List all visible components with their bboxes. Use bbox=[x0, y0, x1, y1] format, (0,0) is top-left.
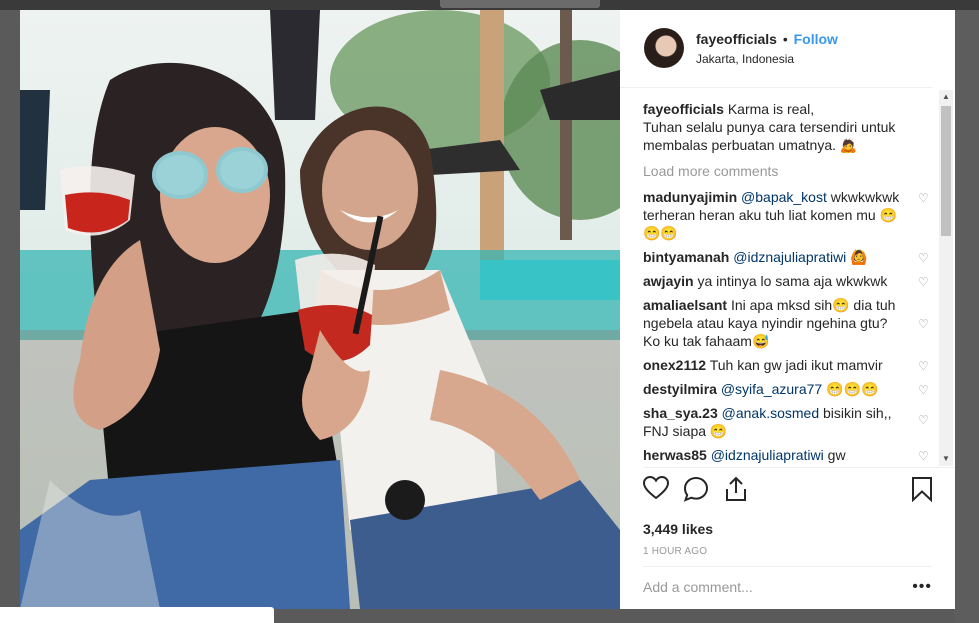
caption-line-3: membalas perbuatan umatnya. 🙇 bbox=[643, 137, 858, 153]
comment-mention[interactable]: @bapak_kost bbox=[741, 189, 827, 205]
comment-mention[interactable]: @idznajuliapratiwi bbox=[733, 249, 846, 265]
small-heart-icon[interactable]: ♡ bbox=[918, 384, 930, 396]
post-side-panel: fayeofficials • Follow Jakarta, Indonesi… bbox=[620, 10, 955, 609]
comment-username[interactable]: onex2112 bbox=[643, 357, 706, 373]
photo-illustration bbox=[20, 10, 620, 609]
scroll-down-arrow-icon[interactable]: ▼ bbox=[939, 452, 953, 466]
comment-mention[interactable]: @syifa_azura77 bbox=[721, 381, 822, 397]
comment-username[interactable]: destyilmira bbox=[643, 381, 717, 397]
avatar[interactable] bbox=[644, 28, 684, 68]
comment-item: destyilmira @syifa_azura77 😁😁😁 ♡ bbox=[643, 380, 934, 398]
comment-username[interactable]: bintyamanah bbox=[643, 249, 729, 265]
top-search-bar[interactable] bbox=[440, 0, 600, 8]
load-more-comments-link[interactable]: Load more comments bbox=[643, 162, 934, 180]
post-modal: fayeofficials • Follow Jakarta, Indonesi… bbox=[20, 10, 955, 609]
comment-mention[interactable]: @anak.sosmed bbox=[722, 405, 819, 421]
add-comment-input[interactable] bbox=[643, 578, 883, 595]
small-heart-icon[interactable]: ♡ bbox=[918, 276, 930, 288]
bottom-white-strip bbox=[0, 607, 274, 623]
post-timestamp[interactable]: 1 HOUR AGO bbox=[643, 546, 707, 557]
browser-top-bar bbox=[0, 0, 979, 10]
small-heart-icon[interactable]: ♡ bbox=[918, 360, 930, 372]
scroll-up-arrow-icon[interactable]: ▲ bbox=[939, 90, 953, 104]
comment-item: bintyamanah @idznajuliapratiwi 🙆 ♡ bbox=[643, 248, 934, 266]
follow-button[interactable]: Follow bbox=[794, 31, 838, 47]
comment-username[interactable]: awjayin bbox=[643, 273, 694, 289]
comment-text: 🙆 bbox=[846, 249, 868, 265]
post-actions: 3,449 likes 1 HOUR AGO ••• bbox=[642, 467, 955, 602]
header-line: fayeofficials • Follow bbox=[696, 31, 838, 47]
comment-item: onex2112 Tuh kan gw jadi ikut mamvir ♡ bbox=[643, 356, 934, 374]
comment-username[interactable]: sha_sya.23 bbox=[643, 405, 718, 421]
post-photo[interactable] bbox=[20, 10, 620, 609]
action-icons-row bbox=[642, 468, 955, 508]
comment-item: herwas85 @idznajuliapratiwi gw ♡ bbox=[643, 446, 934, 464]
comment-item: sha_sya.23 @anak.sosmed bisikin sih,, FN… bbox=[643, 404, 934, 440]
comments-list[interactable]: fayeofficials Karma is real, Tuhan selal… bbox=[643, 100, 934, 464]
bookmark-icon[interactable] bbox=[911, 476, 933, 507]
comment-username[interactable]: madunyajimin bbox=[643, 189, 737, 205]
likes-count[interactable]: 3,449 likes bbox=[643, 521, 713, 537]
post-header: fayeofficials • Follow Jakarta, Indonesi… bbox=[620, 10, 932, 88]
separator-dot: • bbox=[782, 31, 788, 47]
comment-text: Tuh kan gw jadi ikut mamvir bbox=[709, 357, 883, 373]
caption-username[interactable]: fayeofficials bbox=[643, 101, 724, 117]
small-heart-icon[interactable]: ♡ bbox=[918, 414, 930, 426]
comment-item: awjayin ya intinya lo sama aja wkwkwk ♡ bbox=[643, 272, 934, 290]
comment-text: ya intinya lo sama aja wkwkwk bbox=[697, 273, 888, 289]
comment-mention[interactable]: @idznajuliapratiwi bbox=[711, 447, 824, 463]
small-heart-icon[interactable]: ♡ bbox=[918, 318, 930, 330]
header-text: fayeofficials • Follow Jakarta, Indonesi… bbox=[696, 28, 838, 66]
more-options-icon[interactable]: ••• bbox=[912, 578, 932, 596]
add-comment-bar: ••• bbox=[643, 566, 932, 606]
comment-username[interactable]: amaliaelsant bbox=[643, 297, 727, 313]
backdrop-right bbox=[954, 10, 979, 623]
comment-item: madunyajimin @bapak_kost wkwkwkwk terher… bbox=[643, 188, 934, 242]
small-heart-icon[interactable]: ♡ bbox=[918, 192, 930, 204]
comment-item: amaliaelsant Ini apa mksd sih😁 dia tuh n… bbox=[643, 296, 934, 350]
comments-scrollbar[interactable]: ▲ ▼ bbox=[939, 90, 953, 466]
small-heart-icon[interactable]: ♡ bbox=[918, 450, 930, 462]
post-location[interactable]: Jakarta, Indonesia bbox=[696, 52, 838, 66]
caption-line-2: Tuhan selalu punya cara tersendiri untuk bbox=[643, 119, 896, 135]
caption-line-1: Karma is real, bbox=[727, 101, 815, 117]
small-heart-icon[interactable]: ♡ bbox=[918, 252, 930, 264]
post-caption: fayeofficials Karma is real, Tuhan selal… bbox=[643, 100, 934, 154]
heart-icon[interactable] bbox=[642, 475, 670, 505]
share-icon[interactable] bbox=[724, 476, 748, 507]
post-username[interactable]: fayeofficials bbox=[696, 31, 777, 47]
comment-text: 😁😁😁 bbox=[822, 381, 879, 397]
scroll-thumb[interactable] bbox=[941, 106, 951, 236]
comment-text: gw bbox=[823, 447, 846, 463]
comment-username[interactable]: herwas85 bbox=[643, 447, 707, 463]
comment-bubble-icon[interactable] bbox=[683, 476, 709, 507]
